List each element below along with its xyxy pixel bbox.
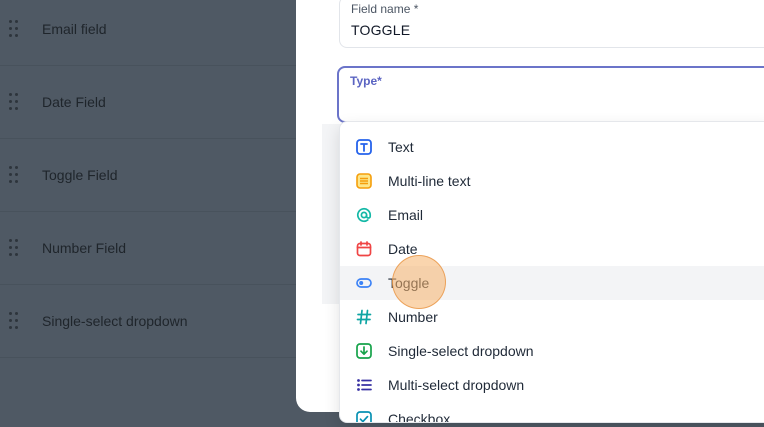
hash-icon (356, 309, 372, 325)
list-item-label: Date Field (42, 94, 106, 110)
list-item[interactable]: Single-select dropdown (0, 285, 300, 358)
drag-handle-icon[interactable] (9, 166, 19, 184)
drag-handle-icon[interactable] (9, 20, 19, 38)
option-label: Text (388, 139, 414, 155)
type-dropdown-menu: Text Multi-line text Email Date Toggle N… (339, 121, 764, 423)
option-label: Date (388, 241, 418, 257)
type-label: Type* (350, 74, 382, 88)
option-text[interactable]: Text (340, 130, 764, 164)
option-date[interactable]: Date (340, 232, 764, 266)
option-checkbox[interactable]: Checkbox (340, 402, 764, 423)
single-select-icon (356, 343, 372, 359)
option-multi-line-text[interactable]: Multi-line text (340, 164, 764, 198)
list-item[interactable]: Email field (0, 0, 300, 66)
text-icon (356, 139, 372, 155)
drag-handle-icon[interactable] (9, 239, 19, 257)
toggle-icon (356, 275, 372, 291)
at-sign-icon (356, 207, 372, 223)
list-item-label: Number Field (42, 240, 127, 256)
field-name-input[interactable]: Field name * TOGGLE (339, 0, 764, 48)
list-item[interactable]: Toggle Field (0, 139, 300, 212)
option-label: Single-select dropdown (388, 343, 534, 359)
background-field-list: Email field Date Field Toggle Field Numb… (0, 0, 300, 427)
option-label: Toggle (388, 275, 430, 291)
list-item-label: Toggle Field (42, 167, 118, 183)
field-name-label: Field name * (351, 2, 419, 16)
multi-select-icon (356, 377, 372, 393)
calendar-icon (356, 241, 372, 257)
option-toggle[interactable]: Toggle (340, 266, 764, 300)
option-single-select-dropdown[interactable]: Single-select dropdown (340, 334, 764, 368)
list-item[interactable]: Number Field (0, 212, 300, 285)
multiline-text-icon (356, 173, 372, 189)
option-label: Checkbox (388, 411, 451, 423)
list-item-label: Email field (42, 21, 107, 37)
list-item[interactable]: Date Field (0, 66, 300, 139)
type-select[interactable]: Type* (337, 66, 764, 123)
drag-handle-icon[interactable] (9, 312, 19, 330)
option-number[interactable]: Number (340, 300, 764, 334)
field-name-value: TOGGLE (351, 22, 411, 38)
checkbox-icon (356, 411, 372, 422)
option-label: Multi-select dropdown (388, 377, 525, 393)
option-email[interactable]: Email (340, 198, 764, 232)
option-multi-select-dropdown[interactable]: Multi-select dropdown (340, 368, 764, 402)
option-label: Multi-line text (388, 173, 471, 189)
option-label: Number (388, 309, 438, 325)
list-item-label: Single-select dropdown (42, 313, 188, 329)
drag-handle-icon[interactable] (9, 93, 19, 111)
option-label: Email (388, 207, 424, 223)
